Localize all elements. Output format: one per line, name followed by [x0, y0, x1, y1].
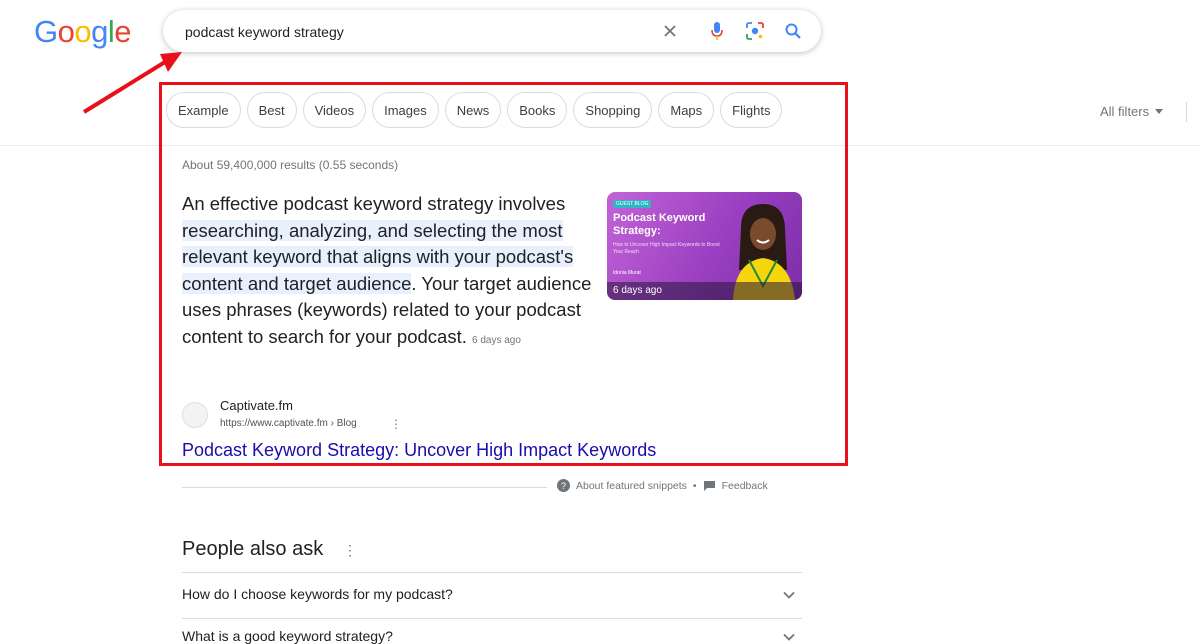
logo-letter: G — [34, 14, 58, 49]
paa-divider — [182, 572, 802, 573]
thumbnail-subtitle: How to Uncover High Impact Keywords to B… — [613, 242, 720, 255]
thumbnail-author: Idonia Murat — [613, 270, 641, 276]
featured-snippet-text: An effective podcast keyword strategy in… — [182, 191, 602, 354]
search-input[interactable] — [183, 10, 647, 54]
chip-best[interactable]: Best — [246, 92, 297, 128]
search-icon[interactable] — [783, 21, 803, 41]
chip-books[interactable]: Books — [507, 92, 568, 128]
snippet-feedback-row: ? About featured snippets • Feedback — [557, 479, 768, 492]
feedback-link[interactable]: Feedback — [722, 480, 768, 492]
chip-videos[interactable]: Videos — [302, 92, 367, 128]
chip-maps[interactable]: Maps — [658, 92, 715, 128]
logo-letter: g — [91, 14, 108, 49]
help-icon: ? — [557, 479, 570, 492]
search-box — [163, 10, 821, 54]
microphone-icon[interactable] — [707, 21, 727, 41]
paa-more-options-icon[interactable]: ⋮ — [343, 542, 357, 559]
about-featured-snippets-link[interactable]: About featured snippets — [576, 480, 687, 492]
people-also-ask-title: People also ask — [182, 538, 324, 560]
all-filters-label: All filters — [1100, 104, 1150, 119]
source-name[interactable]: Captivate.fm — [220, 398, 293, 413]
chevron-down-icon[interactable] — [782, 588, 796, 602]
feedback-icon — [703, 480, 715, 491]
thumbnail-tag: GUEST BLOG — [613, 200, 652, 208]
snippet-thumbnail[interactable]: GUEST BLOG Podcast Keyword Strategy: How… — [607, 192, 802, 300]
lens-icon[interactable] — [745, 21, 765, 41]
chip-example[interactable]: Example — [166, 92, 241, 128]
thumbnail-title: Podcast Keyword Strategy: — [613, 212, 706, 237]
close-icon[interactable] — [660, 21, 680, 41]
google-logo[interactable]: Google — [34, 14, 132, 50]
logo-letter: o — [74, 14, 92, 49]
svg-text:?: ? — [561, 481, 566, 491]
snippet-date: 6 days ago — [472, 334, 521, 346]
logo-letter: e — [114, 14, 132, 49]
source-favicon[interactable] — [182, 402, 208, 428]
more-options-icon[interactable]: ⋮ — [390, 417, 402, 431]
feedback-separator: • — [692, 479, 697, 492]
paa-divider — [182, 618, 802, 619]
snippet-text-part1: An effective podcast keyword strategy in… — [182, 193, 566, 214]
result-link-title[interactable]: Podcast Keyword Strategy: Uncover High I… — [182, 440, 656, 461]
source-url[interactable]: https://www.captivate.fm › Blog — [220, 418, 357, 429]
chip-shopping[interactable]: Shopping — [573, 92, 653, 128]
all-filters-button[interactable]: All filters — [1100, 104, 1164, 119]
chip-flights[interactable]: Flights — [720, 92, 783, 128]
paa-question[interactable]: What is a good keyword strategy? — [182, 628, 393, 644]
thumbnail-date: 6 days ago — [607, 282, 802, 300]
header-divider — [0, 145, 1200, 146]
snippet-divider — [182, 487, 547, 488]
chip-images[interactable]: Images — [372, 92, 439, 128]
chevron-down-icon[interactable] — [782, 630, 796, 644]
caret-down-icon — [1155, 109, 1164, 114]
paa-question[interactable]: How do I choose keywords for my podcast? — [182, 586, 453, 602]
chip-news[interactable]: News — [444, 92, 502, 128]
toolbar-divider — [1186, 102, 1187, 122]
filter-chips: Example Best Videos Images News Books Sh… — [166, 92, 783, 128]
result-stats: About 59,400,000 results (0.55 seconds) — [182, 158, 399, 172]
logo-letter: o — [57, 14, 75, 49]
